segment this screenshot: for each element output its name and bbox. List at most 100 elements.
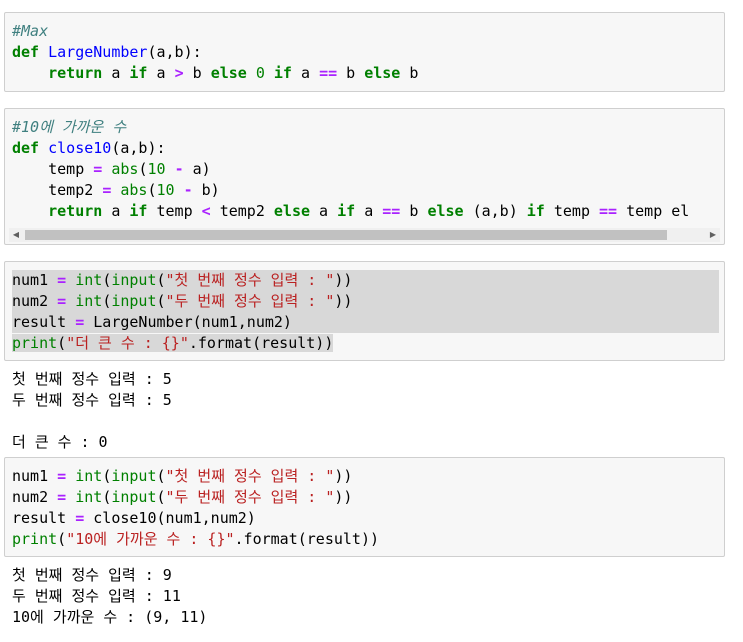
code-text: a (291, 64, 320, 82)
selection-highlight: print("더 큰 수 : {}".format(result)) (12, 334, 334, 352)
scroll-right-arrow-icon[interactable]: ▶ (706, 228, 720, 242)
number: 10 (147, 160, 166, 178)
output-line: 첫 번째 정수 입력 : 5 (12, 370, 172, 388)
code-text: a (102, 64, 130, 82)
comment: #10에 가까운 수 (12, 118, 127, 136)
keyword-if: if (129, 64, 148, 82)
code-text: ( (147, 181, 157, 199)
horizontal-scrollbar[interactable]: ◀ ▶ (9, 228, 720, 242)
builtin: print (12, 530, 58, 548)
builtin: int (75, 467, 103, 485)
comment: #Max (12, 22, 49, 40)
code-cell-run-close10[interactable]: num1 = int(input("첫 번째 정수 입력 : ")) num2 =… (4, 457, 725, 557)
code-text: temp (48, 160, 94, 178)
code-text: num2 (12, 292, 58, 310)
code-editor[interactable]: num1 = int(input("첫 번째 정수 입력 : ")) num2 =… (5, 262, 724, 354)
code-line: return a if temp < temp2 else a if a == … (12, 201, 724, 222)
code-text: num2 (12, 488, 58, 506)
string: "첫 번째 정수 입력 : " (165, 271, 335, 289)
scroll-left-arrow-icon[interactable]: ◀ (9, 228, 23, 242)
code-line: def LargeNumber(a,b): (12, 42, 724, 63)
code-cell-run-large-number[interactable]: num1 = int(input("첫 번째 정수 입력 : ")) num2 =… (4, 261, 725, 361)
builtin: input (111, 292, 157, 310)
code-text: ( (156, 488, 166, 506)
code-text: temp2 (48, 181, 103, 199)
cell-output-large-number: 첫 번째 정수 입력 : 5 두 번째 정수 입력 : 5 더 큰 수 : 0 (12, 369, 172, 453)
code-line: num2 = int(input("두 번째 정수 입력 : ")) (12, 487, 724, 508)
function-name: LargeNumber (48, 43, 148, 61)
code-line: result = close10(num1,num2) (12, 508, 724, 529)
code-text: .format(result)) (234, 530, 380, 548)
operator: < (201, 202, 211, 220)
operator: == (319, 64, 338, 82)
code-line: num1 = int(input("첫 번째 정수 입력 : ")) (12, 466, 724, 487)
builtin: abs (111, 160, 139, 178)
code-line: def close10(a,b): (12, 138, 724, 159)
code-line: print("10에 가까운 수 : {}".format(result)) (12, 529, 724, 550)
output-line: 두 번째 정수 입력 : 11 (12, 587, 181, 605)
builtin: abs (120, 181, 148, 199)
builtin: int (75, 292, 103, 310)
code-text: )) (334, 467, 353, 485)
code-text: ( (156, 467, 166, 485)
code-text: temp el (617, 202, 690, 220)
code-text: )) (334, 488, 353, 506)
operator: - (183, 181, 193, 199)
keyword-return: return (48, 64, 103, 82)
operator: > (174, 64, 184, 82)
code-text: .format(result)) (188, 334, 334, 352)
output-line: 더 큰 수 : 0 (12, 433, 108, 451)
builtin: input (111, 488, 157, 506)
code-text: num1 (12, 271, 58, 289)
builtin: input (111, 271, 157, 289)
code-editor[interactable]: num1 = int(input("첫 번째 정수 입력 : ")) num2 =… (5, 458, 724, 550)
code-text: result (12, 509, 76, 527)
operator: = (93, 160, 103, 178)
output-line: 첫 번째 정수 입력 : 9 (12, 566, 172, 584)
keyword-return: return (48, 202, 103, 220)
string: "두 번째 정수 입력 : " (165, 292, 335, 310)
keyword-else: else (364, 64, 401, 82)
operator: = (75, 313, 85, 331)
function-name: close10 (48, 139, 112, 157)
number: 10 (156, 181, 175, 199)
string: "더 큰 수 : {}" (66, 334, 189, 352)
keyword-else: else (210, 64, 247, 82)
code-text: ( (156, 271, 166, 289)
string: "두 번째 정수 입력 : " (165, 488, 335, 506)
code-text: b (400, 64, 419, 82)
code-text: a (147, 64, 175, 82)
code-line: print("더 큰 수 : {}".format(result)) (12, 333, 724, 354)
code-cell-large-number[interactable]: #Max def LargeNumber(a,b): return a if a … (4, 12, 725, 92)
code-text: ( (156, 292, 166, 310)
string: "첫 번째 정수 입력 : " (165, 467, 335, 485)
function-params: (a,b): (111, 139, 166, 157)
code-text: a (310, 202, 338, 220)
builtin: int (75, 271, 103, 289)
keyword-else: else (273, 202, 311, 220)
output-line: 10에 가까운 수 : (9, 11) (12, 608, 208, 626)
code-text: ( (57, 530, 67, 548)
code-text: temp (147, 202, 202, 220)
keyword-if: if (273, 64, 292, 82)
code-text: b (183, 64, 211, 82)
code-text: (a,b) (463, 202, 527, 220)
output-line: 두 번째 정수 입력 : 5 (12, 391, 172, 409)
keyword-else: else (427, 202, 464, 220)
code-cell-close10[interactable]: #10에 가까운 수 def close10(a,b): temp = abs(1… (4, 108, 725, 245)
code-editor[interactable]: #Max def LargeNumber(a,b): return a if a … (5, 13, 724, 84)
code-text: a) (183, 160, 211, 178)
code-text: ( (57, 334, 67, 352)
operator: = (57, 292, 67, 310)
keyword-def: def (12, 43, 40, 61)
builtin: input (111, 467, 157, 485)
scrollbar-thumb[interactable] (25, 230, 667, 240)
cell-output-close10: 첫 번째 정수 입력 : 9 두 번째 정수 입력 : 11 10에 가까운 수 :… (12, 565, 207, 628)
code-text: result (12, 313, 76, 331)
code-editor[interactable]: #10에 가까운 수 def close10(a,b): temp = abs(1… (5, 109, 724, 222)
code-text: )) (334, 271, 353, 289)
builtin: int (75, 488, 103, 506)
code-text: a (102, 202, 130, 220)
code-text: ( (102, 488, 112, 506)
